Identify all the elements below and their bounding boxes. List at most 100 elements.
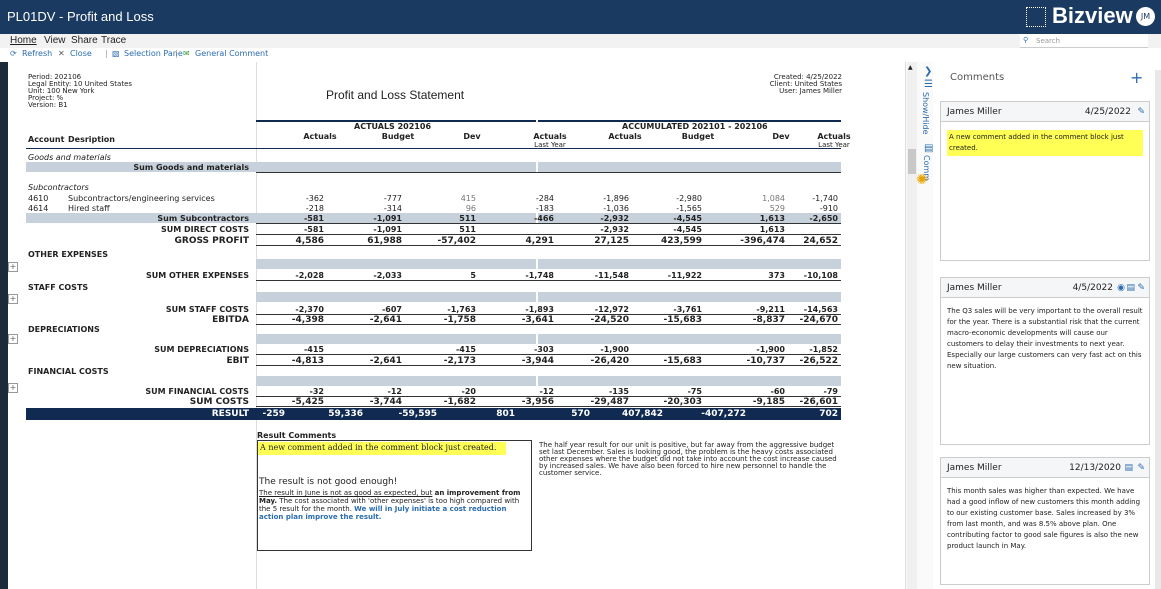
table-row: FINANCIAL COSTS (26, 366, 841, 386)
general-comment-button[interactable]: General Comment (195, 49, 268, 58)
left-nav-strip[interactable] (0, 62, 8, 589)
selection-pane-icon: ▧ (112, 49, 120, 58)
row-value-7: -910 (819, 204, 838, 213)
table-row: STAFF COSTS (26, 282, 841, 302)
row-value-1: -12 (387, 387, 402, 396)
highlighted-comment: A new comment added in the comment block… (258, 442, 506, 455)
row-value-1: -1,091 (373, 214, 402, 223)
menu-trace[interactable]: Trace (101, 35, 126, 46)
edit-icon[interactable]: ✎ (1137, 283, 1145, 293)
row-value-2: 511 (459, 214, 476, 223)
row-value-6: 1,613 (759, 214, 785, 223)
row-value-7: -1,740 (812, 194, 838, 203)
row-value-0: -218 (305, 204, 324, 213)
row-value-0: -362 (305, 194, 324, 203)
expand-other-expenses[interactable]: + (8, 262, 18, 272)
comment-tab-icon[interactable]: ▤ (924, 143, 933, 154)
comment-card-2[interactable]: James Miller 4/5/2022 ◉ ▤ ✎ The Q3 sales wil… (940, 277, 1150, 445)
row-value-4: -11,548 (594, 271, 629, 280)
column-header-7: Actuals Last Year (817, 132, 851, 150)
row-value-5: -3,761 (673, 305, 702, 314)
show-hide-toggle[interactable]: Show/Hide (921, 92, 930, 135)
expand-staff-costs[interactable]: + (8, 294, 18, 304)
row-value-0: -32 (309, 387, 324, 396)
row-value-1: -777 (383, 194, 402, 203)
table-row: SUM OTHER EXPENSES -2,028 -2,033 5 -1,748 -11… (26, 270, 841, 281)
row-value-4: -1,896 (603, 194, 629, 203)
row-value-4: -135 (608, 387, 629, 396)
app-title: PL01DV - Profit and Loss (7, 9, 154, 24)
list-icon[interactable]: ☰ (924, 79, 933, 90)
refresh-button[interactable]: Refresh (22, 49, 52, 58)
search-input[interactable]: ⚲ Search (1020, 34, 1148, 48)
row-label: STAFF COSTS (28, 283, 89, 292)
row-value-2: 5 (470, 271, 476, 280)
edit-icon[interactable]: ✎ (1137, 463, 1145, 473)
row-value-0: -2,370 (295, 305, 324, 314)
row-label: OTHER EXPENSES (28, 250, 109, 259)
meta-left: Period: 202106 Legal Entity: 10 United St… (28, 73, 133, 109)
table-row: 4614 Hired staff -218 -314 96 -183 -1,036 -1,56… (26, 203, 841, 213)
row-label: SUM OTHER EXPENSES (145, 271, 249, 280)
row-value-6: 529 (769, 204, 785, 213)
account-number: 4614 (28, 204, 49, 213)
chevron-right-icon[interactable]: ❯ (924, 66, 932, 77)
row-value-5: -11,922 (667, 271, 702, 280)
comment-date: 4/5/2022 (1072, 283, 1113, 293)
row-label: SUM STAFF COSTS (165, 305, 249, 314)
bizview-logo-icon (1026, 7, 1046, 27)
column-header-5: Budget (681, 132, 715, 141)
column-header-4: Actuals (608, 132, 642, 141)
table-row: Goods and materials (26, 152, 841, 162)
table-row: SUM DIRECT COSTS -581 -1,091 511 -2,932 -4,54… (26, 224, 841, 235)
table-row: Sum Goods and materials (26, 162, 841, 173)
row-label: DEPRECIATIONS (28, 325, 100, 334)
row-value-0: -415 (303, 345, 324, 354)
side-comment-text: The half year result for our unit is pos… (539, 441, 837, 477)
comment-card-1[interactable]: James Miller 4/25/2022 ✎ A new comment add… (940, 101, 1150, 261)
expand-financial-costs[interactable]: + (8, 383, 18, 393)
title-bar: PL01DV - Profit and Loss Bizview JM (0, 0, 1161, 34)
selection-pane-button[interactable]: Selection Pane (124, 49, 183, 58)
table-row: GROSS PROFIT 4,586 61,988 -57,402 4,291 27,12… (26, 235, 841, 246)
row-value-7: -1,852 (809, 345, 838, 354)
table-row: OTHER EXPENSES (26, 249, 841, 269)
add-comment-button[interactable]: + (1130, 68, 1143, 87)
search-icon: ⚲ (1023, 36, 1029, 44)
column-header-0: Actuals (303, 132, 337, 141)
row-value-1: -607 (381, 305, 402, 314)
row-label: Goods and materials (28, 153, 111, 162)
row-label: GROSS PROFIT (174, 236, 249, 246)
row-label: Hired staff (68, 204, 110, 213)
row-label: SUM DEPRECIATIONS (154, 345, 249, 354)
row-value-6: 1,084 (762, 194, 785, 203)
comment-card-3[interactable]: James Miller 12/13/2020 ▤ ✎ This month sale… (940, 457, 1150, 585)
row-label: Subcontractors/engineering services (68, 194, 215, 203)
row-value-2: 415 (460, 194, 476, 203)
result-val-4: 570 (571, 409, 590, 419)
table-row: 4610 Subcontractors/engineering services -… (26, 193, 841, 203)
report-scrollbar[interactable]: ▲ (907, 62, 917, 589)
attachment-icon[interactable]: ◉ (1117, 283, 1125, 293)
account-number: 4610 (28, 194, 49, 203)
menu-bar: Home View Share Trace (0, 34, 1161, 48)
row-value-2: 511 (459, 225, 476, 234)
accumulated-group-header: ACCUMULATED 202101 - 202106 (622, 122, 768, 131)
row-value-2: -20 (461, 387, 476, 396)
avatar[interactable]: JM (1136, 7, 1155, 26)
row-value-4: -2,932 (600, 225, 629, 234)
row-label: Sum Goods and materials (133, 163, 249, 172)
row-value-7: -10,108 (803, 271, 838, 280)
comment-link-icon[interactable]: ▤ (1126, 283, 1135, 293)
menu-share[interactable]: Share (71, 35, 98, 46)
comment-author: James Miller (947, 107, 1002, 117)
comments-scrollbar[interactable] (1155, 70, 1161, 589)
menu-home[interactable]: Home (10, 35, 37, 46)
close-button[interactable]: Close (70, 49, 92, 58)
expand-depreciations[interactable]: + (8, 334, 18, 344)
result-comment-box[interactable]: A new comment added in the comment block… (257, 440, 532, 551)
table-row: Sum Subcontractors -581 -1,091 511 -466 -2,93… (26, 213, 841, 224)
edit-icon[interactable]: ✎ (1137, 107, 1145, 117)
menu-view[interactable]: View (44, 35, 66, 46)
comment-link-icon[interactable]: ▤ (1124, 463, 1133, 473)
